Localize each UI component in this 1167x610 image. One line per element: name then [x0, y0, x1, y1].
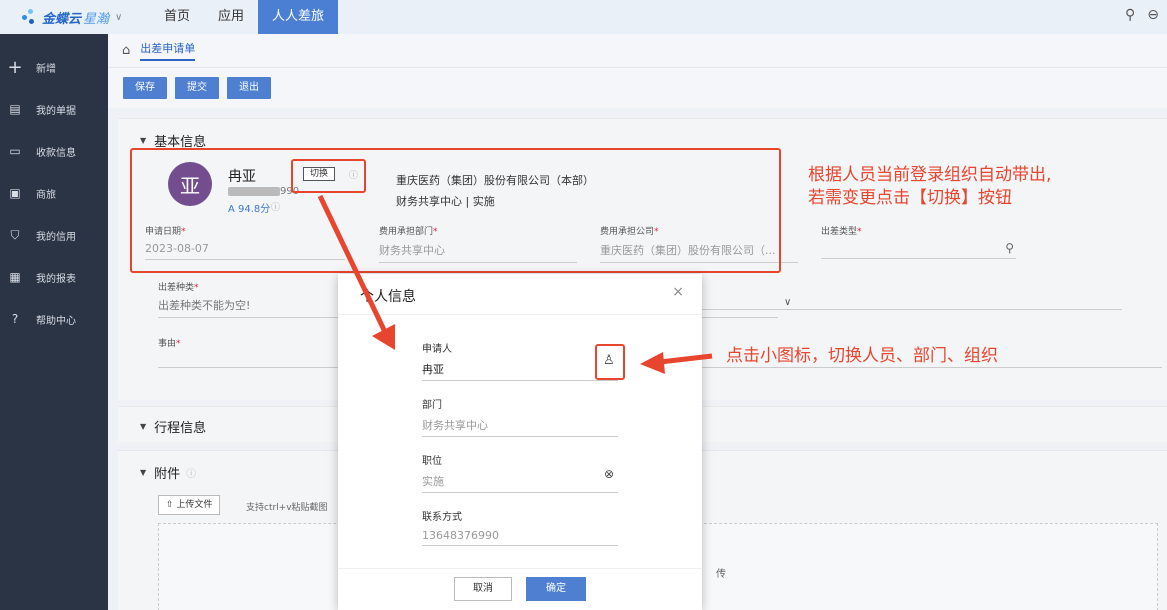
arrowhead-2 [640, 352, 665, 374]
annotation-arrows [317, 194, 713, 374]
arrow-to-person-icon [659, 353, 713, 365]
arrow-switch-to-dialog [317, 194, 388, 334]
